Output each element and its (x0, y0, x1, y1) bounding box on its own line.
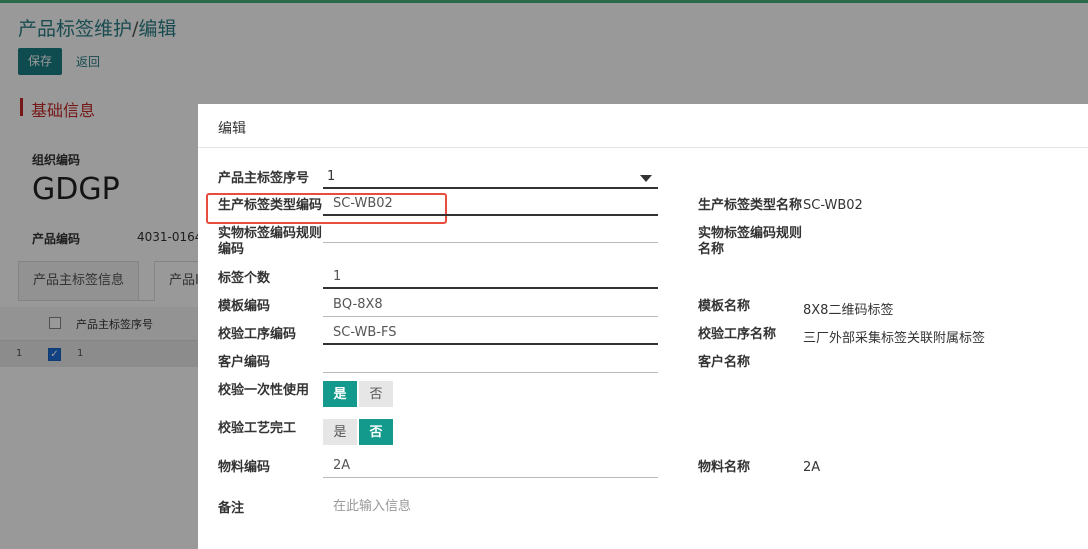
type-code-field[interactable]: SC-WB02 (323, 194, 658, 216)
process-done-no-button[interactable]: 否 (359, 419, 393, 445)
process-code-field[interactable]: SC-WB-FS (323, 323, 658, 345)
remark-input[interactable]: 在此输入信息 (323, 497, 658, 519)
customer-code-field[interactable] (323, 351, 658, 373)
material-name-label: 物料名称 (698, 460, 751, 475)
type-name-label: 生产标签类型名称 (698, 198, 803, 213)
dialog-title: 编辑 (218, 121, 246, 137)
customer-code-label: 客户编码 (218, 355, 271, 370)
type-code-label: 生产标签类型编码 (218, 198, 323, 213)
template-code-field[interactable]: BQ-8X8 (323, 295, 658, 317)
template-code-label: 模板编码 (218, 299, 271, 314)
process-code-label: 校验工序编码 (218, 327, 297, 342)
count-field[interactable]: 1 (323, 267, 658, 289)
rule-code-field[interactable] (323, 221, 658, 243)
material-code-field[interactable]: 2A (323, 456, 658, 478)
material-name-value: 2A (803, 460, 821, 475)
main-seq-label: 产品主标签序号 (218, 171, 310, 186)
dropdown-caret-icon (640, 175, 652, 182)
dialog-header: 编辑 (198, 104, 1088, 148)
process-done-label: 校验工艺完工 (218, 421, 297, 436)
edit-dialog: 编辑 产品主标签序号 1 生产标签类型编码 SC-WB02 生产标签类型名称 S… (198, 104, 1088, 549)
process-name-label: 校验工序名称 (698, 327, 777, 342)
process-name-value: 三厂外部采集标签关联附属标签 (803, 331, 986, 346)
rule-code-label: 实物标签编码规则编码 (218, 226, 323, 257)
main-seq-value: 1 (327, 169, 336, 184)
template-name-value: 8X8二维码标签 (803, 303, 894, 318)
template-name-label: 模板名称 (698, 299, 751, 314)
type-name-value: SC-WB02 (803, 198, 863, 213)
rule-name-label: 实物标签编码规则名称 (698, 226, 803, 257)
one-time-label: 校验一次性使用 (218, 383, 310, 398)
one-time-yes-button[interactable]: 是 (323, 381, 357, 407)
one-time-no-button[interactable]: 否 (359, 381, 393, 407)
customer-name-label: 客户名称 (698, 355, 751, 370)
process-done-yes-button[interactable]: 是 (323, 419, 357, 445)
count-label: 标签个数 (218, 271, 271, 286)
material-code-label: 物料编码 (218, 460, 271, 475)
remark-label: 备注 (218, 501, 245, 516)
main-seq-select[interactable]: 1 (323, 167, 658, 189)
